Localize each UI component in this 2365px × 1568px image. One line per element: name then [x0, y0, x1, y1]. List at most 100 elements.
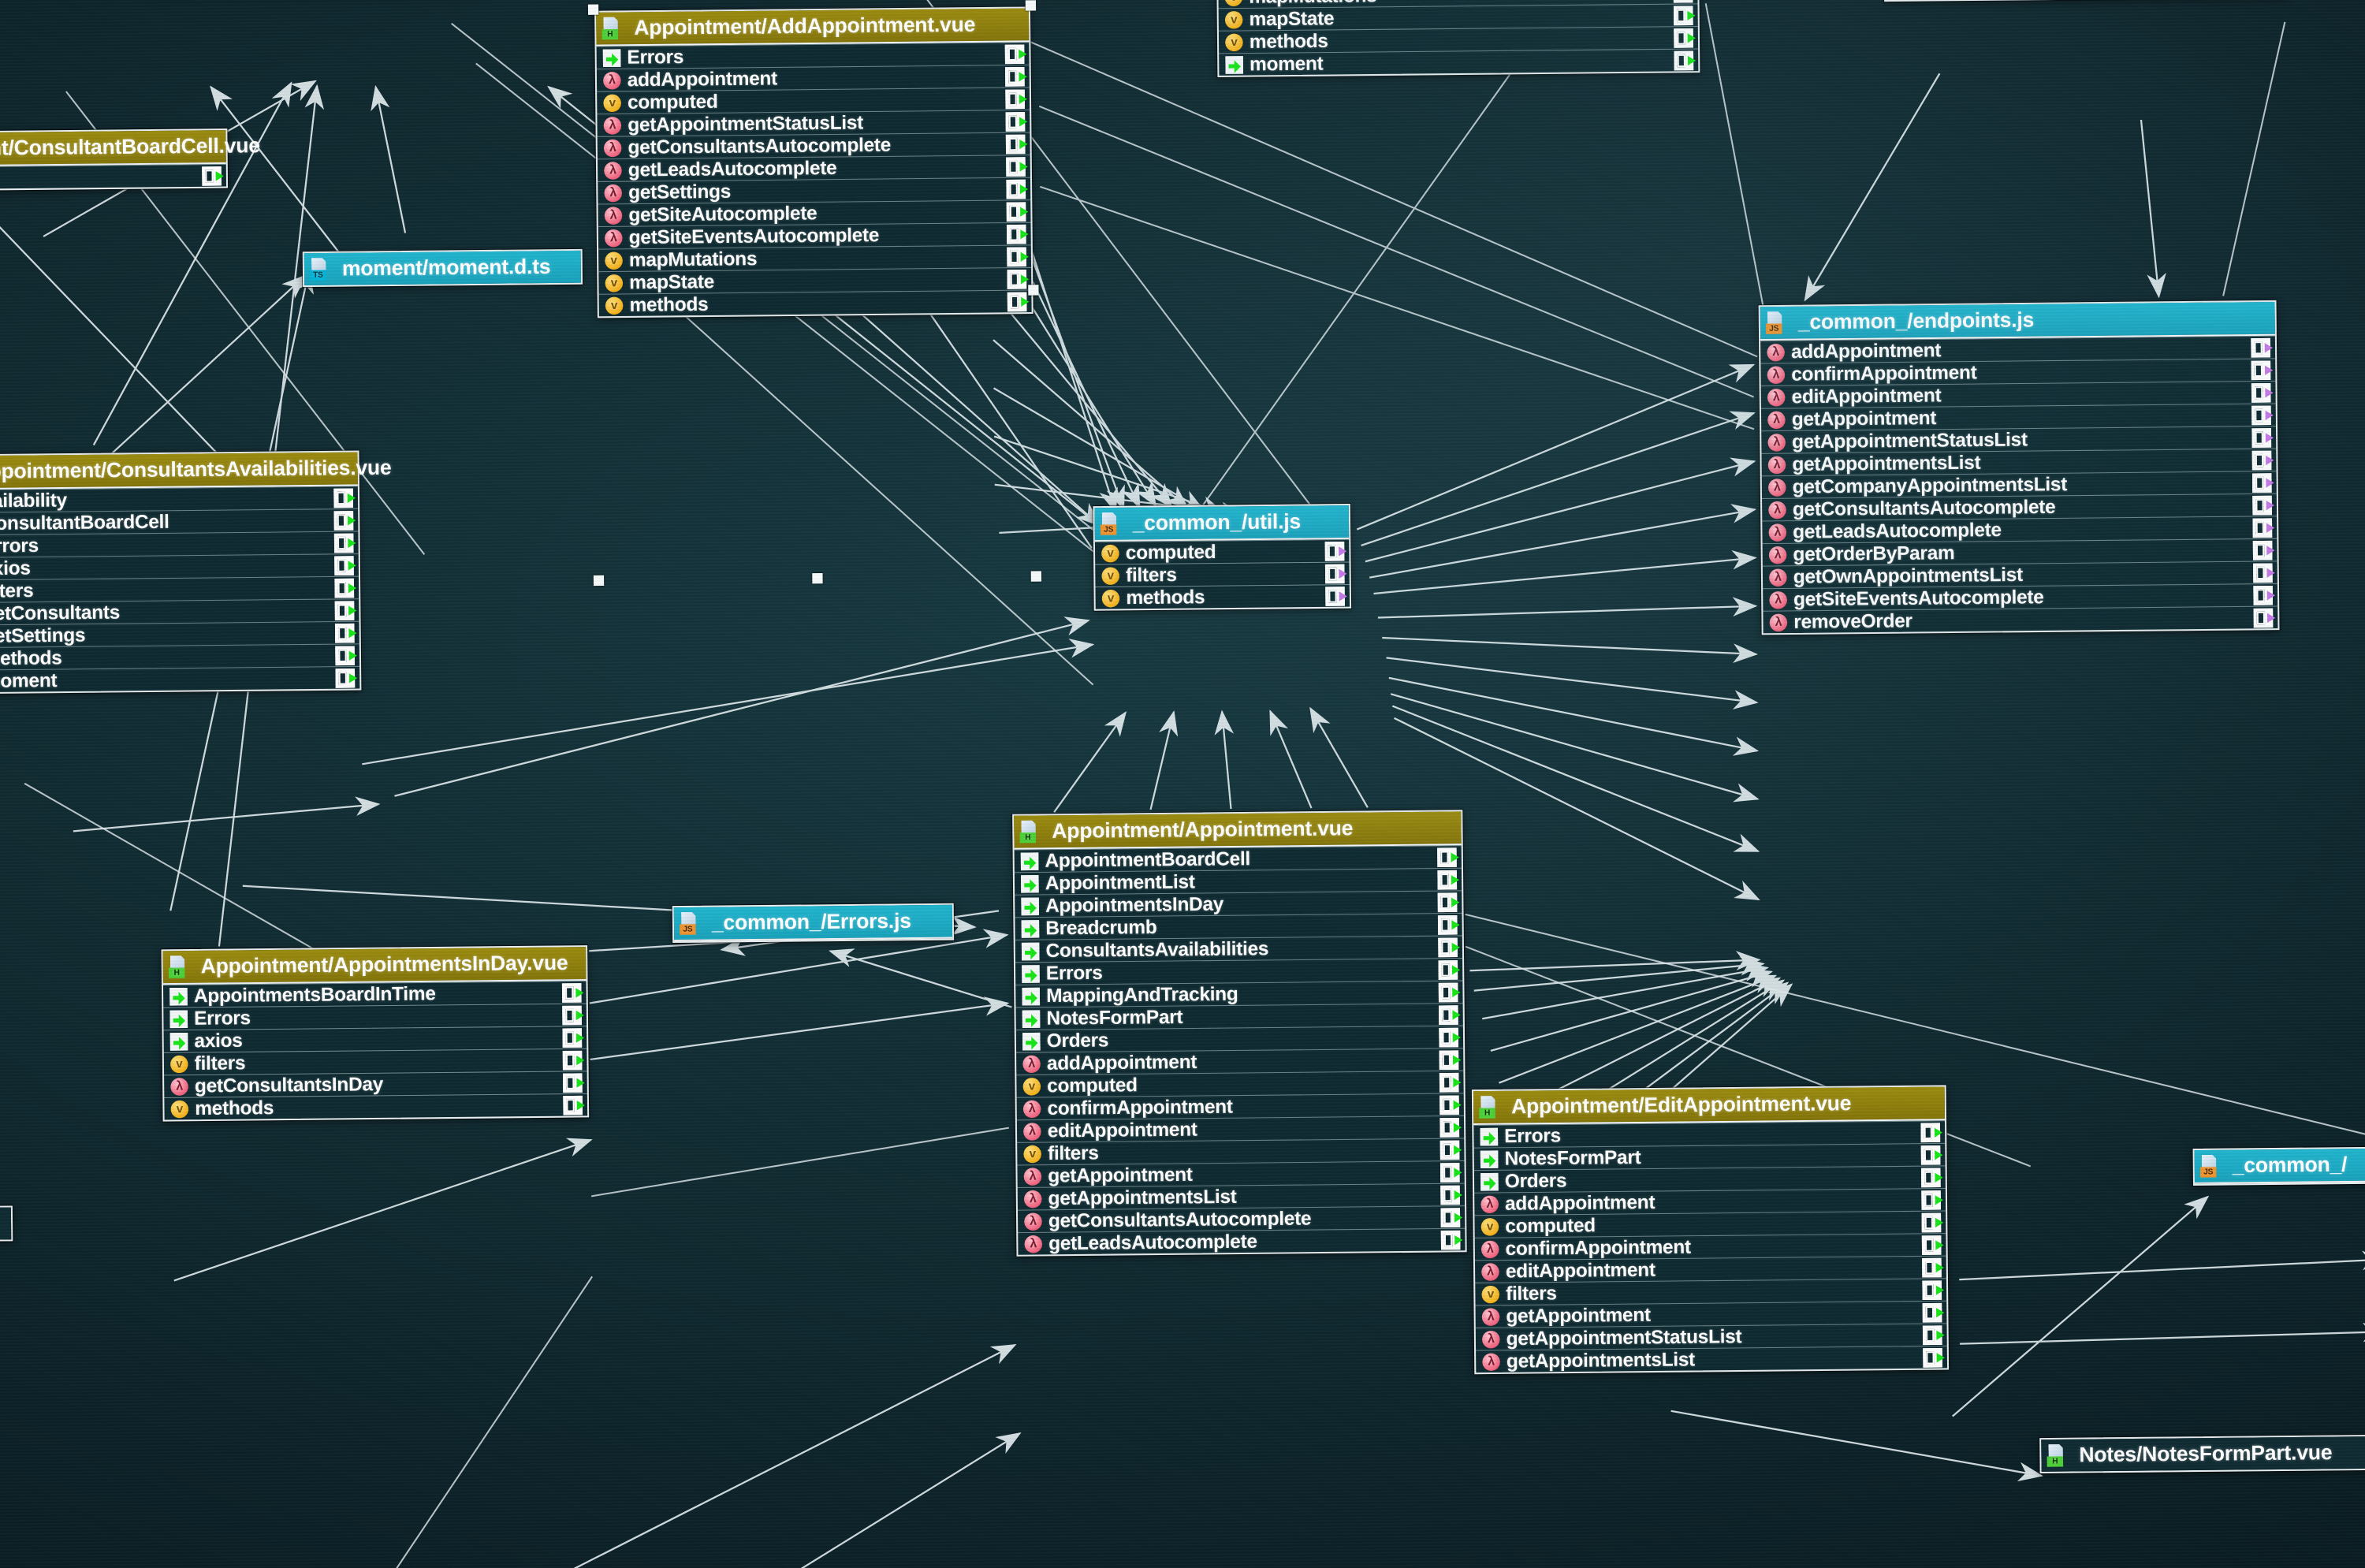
export-arrow-icon[interactable] [2251, 472, 2272, 493]
selection-handle[interactable] [1030, 571, 1042, 582]
export-arrow-icon[interactable] [1440, 1230, 1461, 1250]
export-arrow-icon[interactable] [1439, 1004, 1458, 1025]
node-member-row[interactable]: getAppointmentsList [1476, 1345, 1948, 1373]
export-arrow-icon[interactable] [1920, 1168, 1941, 1187]
export-arrow-icon[interactable] [1923, 1347, 1942, 1368]
export-arrow-icon[interactable] [1004, 43, 1025, 64]
export-arrow-icon[interactable] [2251, 427, 2272, 448]
export-arrow-icon[interactable] [2253, 585, 2274, 605]
export-arrow-icon[interactable] [562, 1050, 583, 1071]
export-arrow-icon[interactable] [2252, 517, 2273, 538]
export-arrow-icon[interactable] [1324, 564, 1345, 583]
node-header[interactable]: H Appointment/AppointmentsInDay.vue [162, 947, 587, 985]
graph-node-appointmentsInDay[interactable]: H Appointment/AppointmentsInDay.vue Appoin… [161, 945, 590, 1122]
export-arrow-icon[interactable] [1005, 111, 1026, 132]
node-member-row[interactable]: moment [0, 665, 360, 693]
export-arrow-icon[interactable] [334, 600, 355, 620]
node-member-row[interactable]: filters [1095, 561, 1350, 587]
export-arrow-icon[interactable] [1922, 1324, 1942, 1345]
export-arrow-icon[interactable] [1920, 1122, 1941, 1142]
node-member-row[interactable] [0, 163, 227, 190]
export-arrow-icon[interactable] [1673, 5, 1693, 25]
export-arrow-icon[interactable] [1438, 982, 1458, 1002]
export-arrow-icon[interactable] [1674, 50, 1694, 70]
export-arrow-icon[interactable] [563, 1072, 583, 1093]
export-arrow-icon[interactable] [334, 555, 354, 575]
export-arrow-icon[interactable] [1007, 269, 1027, 289]
node-header[interactable]: Hppointment/ConsultantsAvailabilities.vu… [0, 452, 392, 490]
export-arrow-icon[interactable] [1439, 1094, 1459, 1115]
node-header[interactable]: Hent/ConsultantBoardCell.vue [0, 130, 260, 167]
export-arrow-icon[interactable] [2253, 562, 2273, 583]
export-arrow-icon[interactable] [334, 578, 355, 598]
graph-node-appointmentsListPartial[interactable]: getCompanyAppointmentsListgetOwnAppointm… [1216, 0, 1700, 77]
selection-handle[interactable] [587, 4, 599, 15]
export-arrow-icon[interactable] [1439, 1072, 1459, 1093]
export-arrow-icon[interactable] [1005, 66, 1025, 87]
graph-node-bottomLeftStub[interactable]: Hue [0, 1205, 13, 1242]
node-member-row[interactable]: methods [598, 289, 1032, 317]
export-arrow-icon[interactable] [1437, 847, 1457, 867]
export-arrow-icon[interactable] [1007, 292, 1027, 311]
graph-node-commonPartialRight[interactable]: JS _common_/ [2192, 1146, 2365, 1186]
export-arrow-icon[interactable] [1922, 1302, 1942, 1323]
export-arrow-icon[interactable] [335, 645, 355, 665]
export-arrow-icon[interactable] [1438, 937, 1458, 957]
dependency-graph-canvas[interactable]: Hent/ConsultantBoardCell.vue getConsultan… [0, 0, 2365, 1568]
export-arrow-icon[interactable] [1006, 201, 1026, 222]
graph-node-consultantBoardCell[interactable]: Hent/ConsultantBoardCell.vue [0, 128, 260, 192]
graph-node-appointment[interactable]: H Appointment/Appointment.vue AppointmentB… [1012, 810, 1467, 1257]
export-arrow-icon[interactable] [2251, 337, 2271, 358]
graph-node-momentTypes[interactable]: TS moment/moment.d.ts [302, 248, 583, 288]
export-arrow-icon[interactable] [1005, 134, 1026, 154]
selection-handle[interactable] [812, 573, 823, 584]
export-arrow-icon[interactable] [1440, 1207, 1461, 1227]
export-arrow-icon[interactable] [1922, 1279, 1942, 1300]
export-arrow-icon[interactable] [335, 668, 356, 688]
export-arrow-icon[interactable] [562, 1027, 583, 1048]
export-arrow-icon[interactable] [2251, 450, 2272, 470]
export-arrow-icon[interactable] [1921, 1212, 1942, 1232]
graph-node-endpoints[interactable]: JS _common_/endpoints.js addAppointmentcon… [1758, 300, 2280, 635]
export-arrow-icon[interactable] [1437, 914, 1458, 935]
node-member-row[interactable]: removeOrder [1763, 605, 2278, 634]
node-header[interactable]: TS moment/moment.d.ts [304, 250, 582, 286]
export-arrow-icon[interactable] [1437, 870, 1458, 890]
export-arrow-icon[interactable] [1439, 1162, 1460, 1183]
selection-handle[interactable] [1025, 0, 1037, 11]
export-arrow-icon[interactable] [1005, 89, 1026, 109]
export-arrow-icon[interactable] [1324, 541, 1345, 561]
export-arrow-icon[interactable] [1921, 1235, 1942, 1255]
graph-node-notesFormPart[interactable]: H Notes/NotesFormPart.vue [2039, 1434, 2365, 1473]
export-arrow-icon[interactable] [1922, 1257, 1942, 1277]
node-header[interactable]: Hue [0, 1207, 12, 1241]
export-arrow-icon[interactable] [1007, 246, 1026, 266]
export-arrow-icon[interactable] [561, 982, 582, 1003]
export-arrow-icon[interactable] [1437, 892, 1458, 912]
export-arrow-icon[interactable] [202, 166, 222, 186]
export-arrow-icon[interactable] [1440, 1185, 1460, 1205]
export-arrow-icon[interactable] [563, 1095, 583, 1115]
selection-handle[interactable] [593, 575, 605, 587]
export-arrow-icon[interactable] [333, 510, 354, 531]
node-header[interactable]: JS _common_/ [2194, 1148, 2365, 1184]
export-arrow-icon[interactable] [1439, 1049, 1459, 1070]
node-member-row[interactable]: computed [1094, 538, 1350, 564]
graph-node-consultantsAvailabilities[interactable]: Hppointment/ConsultantsAvailabilities.vu… [0, 450, 392, 695]
graph-node-util[interactable]: JS _common_/util.js computedfiltersmethods [1093, 504, 1352, 611]
export-arrow-icon[interactable] [1006, 156, 1026, 177]
export-arrow-icon[interactable] [1439, 1117, 1460, 1138]
node-header[interactable]: JS _common_/Errors.js [673, 904, 953, 941]
node-header[interactable]: JS _common_/endpoints.js [1760, 301, 2275, 341]
node-member-row[interactable]: methods [164, 1093, 588, 1120]
export-arrow-icon[interactable] [2253, 608, 2274, 628]
export-arrow-icon[interactable] [1325, 586, 1345, 606]
node-header[interactable]: H Notes/NotesFormPart.vue [2041, 1436, 2365, 1472]
export-arrow-icon[interactable] [1006, 224, 1026, 244]
graph-node-errorsJs[interactable]: JS _common_/Errors.js [672, 903, 955, 944]
node-header[interactable]: H Appointment/EditAppointment.vue [1473, 1086, 1946, 1126]
export-arrow-icon[interactable] [1438, 959, 1458, 980]
node-member-row[interactable]: moment [1219, 48, 1699, 76]
selection-handle[interactable] [1028, 285, 1039, 296]
node-member-row[interactable]: methods [1095, 584, 1350, 609]
